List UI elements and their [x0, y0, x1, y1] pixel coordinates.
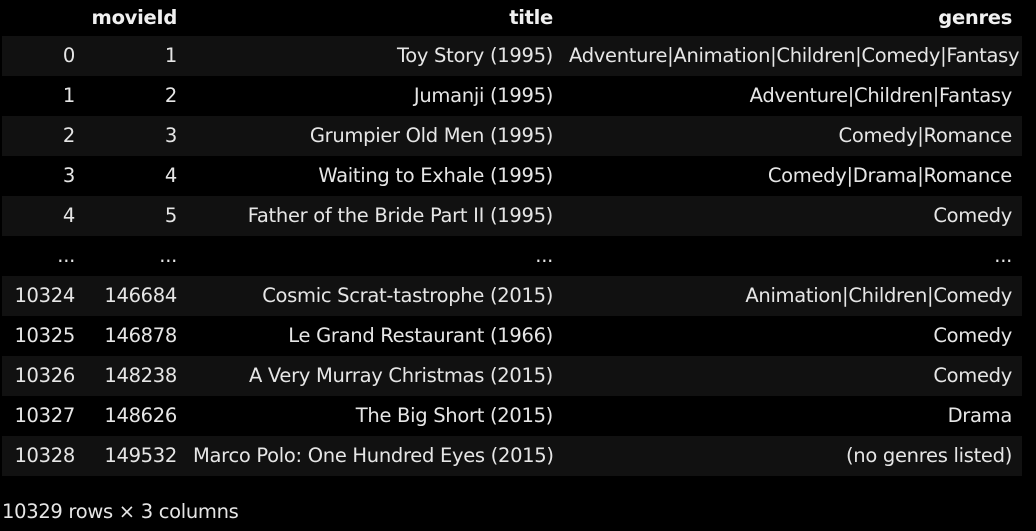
cell-genres: Comedy|Drama|Romance	[767, 164, 1012, 187]
row-index: ...	[57, 244, 75, 267]
cell-genres: (no genres listed)	[846, 444, 1012, 467]
table-row: 10328 149532 Marco Polo: One Hundred Eye…	[2, 436, 1022, 476]
cell-genres: Comedy	[933, 204, 1012, 227]
cell-title: Waiting to Exhale (1995)	[318, 164, 553, 187]
table-row: 4 5 Father of the Bride Part II (1995) C…	[2, 196, 1022, 236]
ellipsis-row: ... ... ... ...	[2, 236, 1022, 276]
table-row: 10327 148626 The Big Short (2015) Drama	[2, 396, 1022, 436]
table-row: 2 3 Grumpier Old Men (1995) Comedy|Roman…	[2, 116, 1022, 156]
row-index: 10324	[14, 284, 75, 307]
row-index: 0	[62, 44, 75, 67]
cell-title: Cosmic Scrat-tastrophe (2015)	[262, 284, 553, 307]
cell-genres: Drama	[947, 404, 1013, 427]
row-index: 10328	[14, 444, 75, 467]
cell-movieid: 3	[164, 124, 177, 147]
cell-genres: Adventure|Animation|Children|Comedy|Fant…	[569, 44, 1020, 67]
cell-movieid: 148626	[104, 404, 177, 427]
row-index: 10327	[14, 404, 75, 427]
cell-genres: Comedy|Romance	[838, 124, 1013, 147]
cell-movieid: 4	[164, 164, 177, 187]
cell-movieid: 146878	[104, 324, 177, 347]
table-row: 10325 146878 Le Grand Restaurant (1966) …	[2, 316, 1022, 356]
row-index: 3	[62, 164, 75, 187]
cell-movieid: ...	[159, 244, 177, 267]
dataframe-table: movieId title genres 0 1 Toy Story (1995…	[2, 0, 1022, 476]
dataframe-output: movieId title genres 0 1 Toy Story (1995…	[0, 0, 1036, 531]
cell-movieid: 1	[164, 44, 177, 67]
table-row: 0 1 Toy Story (1995) Adventure|Animation…	[2, 36, 1022, 76]
cell-title: Father of the Bride Part II (1995)	[247, 204, 554, 227]
row-index: 1	[62, 84, 75, 107]
row-index: 10325	[14, 324, 75, 347]
header-row: movieId title genres	[2, 0, 1022, 36]
cell-genres: ...	[994, 244, 1012, 267]
cell-genres: Comedy	[933, 324, 1012, 347]
row-index: 2	[62, 124, 75, 147]
cell-title: ...	[535, 244, 553, 267]
table-row: 1 2 Jumanji (1995) Adventure|Children|Fa…	[2, 76, 1022, 116]
table-row: 3 4 Waiting to Exhale (1995) Comedy|Dram…	[2, 156, 1022, 196]
table-header: movieId title genres	[2, 0, 1022, 36]
header-index	[2, 0, 85, 36]
cell-movieid: 146684	[104, 284, 177, 307]
row-index: 10326	[14, 364, 75, 387]
cell-movieid: 149532	[104, 444, 177, 467]
header-genres: genres	[938, 6, 1012, 29]
table-body: 0 1 Toy Story (1995) Adventure|Animation…	[2, 36, 1022, 476]
header-title: title	[509, 6, 553, 29]
header-movieid: movieId	[91, 6, 178, 29]
cell-title: The Big Short (2015)	[355, 404, 554, 427]
cell-genres: Animation|Children|Comedy	[745, 284, 1012, 307]
cell-genres: Comedy	[933, 364, 1012, 387]
cell-movieid: 2	[164, 84, 177, 107]
table-row: 10326 148238 A Very Murray Christmas (20…	[2, 356, 1022, 396]
cell-title: A Very Murray Christmas (2015)	[248, 364, 553, 387]
row-index: 4	[62, 204, 75, 227]
cell-movieid: 5	[164, 204, 177, 227]
dataframe-shape-caption: 10329 rows × 3 columns	[2, 500, 239, 523]
table-row: 10324 146684 Cosmic Scrat-tastrophe (201…	[2, 276, 1022, 316]
cell-movieid: 148238	[104, 364, 177, 387]
cell-title: Le Grand Restaurant (1966)	[288, 324, 553, 347]
cell-title: Grumpier Old Men (1995)	[309, 124, 553, 147]
cell-title: Jumanji (1995)	[413, 84, 553, 107]
cell-genres: Adventure|Children|Fantasy	[749, 84, 1013, 107]
cell-title: Toy Story (1995)	[396, 44, 553, 67]
cell-title: Marco Polo: One Hundred Eyes (2015)	[193, 444, 554, 467]
